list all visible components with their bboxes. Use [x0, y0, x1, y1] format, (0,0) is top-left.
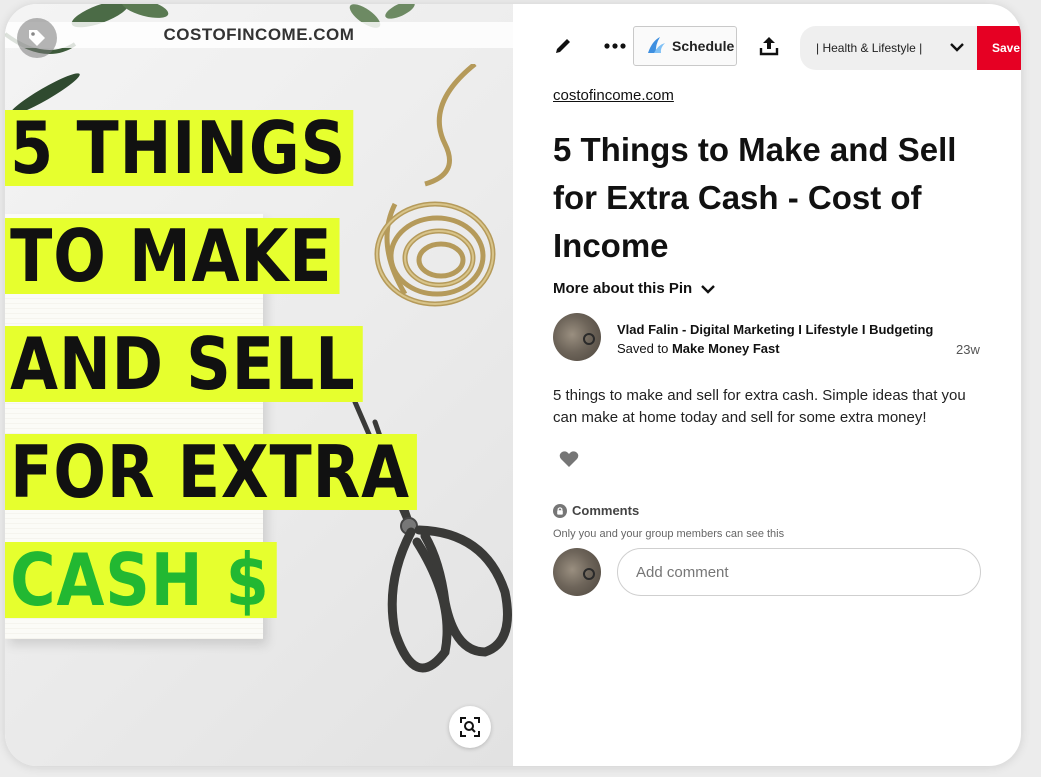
react-button[interactable]	[559, 450, 579, 473]
headline-line: CASH $	[5, 542, 277, 618]
headline-line: TO MAKE	[5, 218, 340, 294]
comments-heading: Comments	[553, 503, 639, 518]
pin-image[interactable]: 5 THINGS TO MAKE AND SELL FOR EXTRA CASH…	[5, 4, 513, 766]
chevron-down-icon	[950, 43, 964, 52]
tailwind-icon	[648, 37, 665, 53]
schedule-label: Schedule	[672, 38, 735, 54]
chevron-down-icon	[701, 284, 716, 294]
rope-coil	[374, 64, 496, 307]
pin-title: 5 Things to Make and Sell for Extra Cash…	[553, 131, 957, 264]
pin-description: 5 things to make and sell for extra cash…	[553, 387, 966, 426]
visual-search-button[interactable]	[449, 706, 491, 748]
headline-line: 5 THINGS	[5, 110, 353, 186]
saved-board-link[interactable]: Make Money Fast	[672, 341, 780, 356]
headline-line: FOR EXTRA	[5, 434, 417, 510]
author-name[interactable]: Vlad Falin - Digital Marketing I Lifesty…	[617, 322, 933, 337]
site-banner: COSTOFINCOME.COM	[5, 22, 513, 48]
heart-icon	[559, 451, 579, 467]
more-about-label: More about this Pin	[553, 280, 693, 297]
author-avatar[interactable]	[553, 313, 601, 361]
schedule-button[interactable]: Schedule	[633, 26, 737, 66]
pin-age: 23w	[956, 342, 980, 357]
headline-line: AND SELL	[5, 326, 363, 402]
lock-icon	[553, 503, 567, 518]
saved-to: Saved to Make Money Fast	[617, 341, 780, 356]
board-select[interactable]: | Health & Lifestyle |	[800, 26, 978, 70]
board-select-value: | Health & Lifestyle |	[816, 41, 923, 55]
saved-to-prefix: Saved to	[617, 341, 672, 356]
upload-icon	[759, 37, 779, 56]
current-user-avatar	[553, 548, 601, 596]
pin-closeup-card: 5 THINGS TO MAKE AND SELL FOR EXTRA CASH…	[5, 4, 1021, 766]
pin-details-panel: Schedule | Health & Lifestyle | Save cos…	[513, 4, 1021, 766]
pin-toolbar: Schedule | Health & Lifestyle | Save	[513, 26, 1021, 70]
tag-icon	[29, 30, 45, 46]
share-button[interactable]	[749, 26, 789, 66]
product-tag-button[interactable]	[17, 18, 57, 58]
ellipsis-icon	[604, 43, 626, 49]
more-about-toggle[interactable]: More about this Pin	[553, 280, 716, 297]
lens-icon	[460, 717, 480, 737]
more-options-button[interactable]	[595, 26, 635, 66]
comments-privacy-note: Only you and your group members can see …	[553, 528, 785, 540]
edit-button[interactable]	[543, 26, 583, 66]
add-comment-input[interactable]	[617, 548, 981, 596]
save-button[interactable]: Save	[977, 26, 1021, 70]
comments-label: Comments	[572, 503, 640, 518]
source-link[interactable]: costofincome.com	[553, 87, 674, 104]
pencil-icon	[556, 39, 570, 53]
